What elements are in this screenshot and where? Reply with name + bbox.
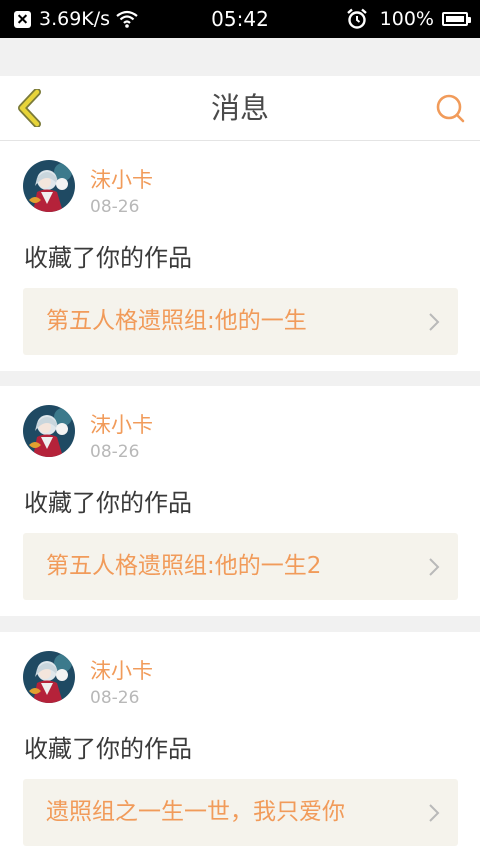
avatar[interactable] <box>23 160 75 212</box>
username[interactable]: 沫小卡 <box>90 409 153 439</box>
chevron-right-icon <box>429 558 440 576</box>
work-link[interactable]: 第五人格遗照组:他的一生2 <box>23 533 458 600</box>
status-bar: 3.69K/s 05:42 100% <box>0 0 480 38</box>
battery-icon <box>442 12 471 26</box>
status-right: 100% <box>346 0 471 38</box>
message-date: 08-26 <box>90 442 140 462</box>
back-chevron-icon <box>18 89 41 127</box>
status-left: 3.69K/s <box>14 0 138 38</box>
work-title: 第五人格遗照组:他的一生2 <box>46 553 322 579</box>
search-icon <box>436 94 465 123</box>
header: 消息 <box>0 76 480 141</box>
message-card: 沫小卡 08-26 收藏了你的作品 第五人格遗照组:他的一生2 <box>0 386 480 616</box>
work-title: 第五人格遗照组:他的一生 <box>46 308 307 334</box>
wifi-icon <box>116 10 138 28</box>
message-date: 08-26 <box>90 688 140 708</box>
action-text: 收藏了你的作品 <box>24 489 192 517</box>
close-x-icon <box>14 10 31 28</box>
back-button[interactable] <box>8 86 52 130</box>
avatar[interactable] <box>23 405 75 457</box>
page-title: 消息 <box>210 91 269 125</box>
work-link[interactable]: 遗照组之一生一世，我只爱你 <box>23 779 458 846</box>
message-date: 08-26 <box>90 197 140 217</box>
avatar[interactable] <box>23 651 75 703</box>
search-button[interactable] <box>428 86 472 130</box>
alarm-icon <box>346 8 367 29</box>
message-card: 沫小卡 08-26 收藏了你的作品 遗照组之一生一世，我只爱你 <box>0 632 480 862</box>
username[interactable]: 沫小卡 <box>90 655 153 685</box>
work-title: 遗照组之一生一世，我只爱你 <box>46 799 345 825</box>
network-speed: 3.69K/s <box>39 8 111 30</box>
chevron-right-icon <box>429 313 440 331</box>
battery-percent: 100% <box>379 8 434 30</box>
action-text: 收藏了你的作品 <box>24 735 192 763</box>
work-link[interactable]: 第五人格遗照组:他的一生 <box>23 288 458 355</box>
message-card: 沫小卡 08-26 收藏了你的作品 第五人格遗照组:他的一生 <box>0 141 480 371</box>
chevron-right-icon <box>429 804 440 822</box>
username[interactable]: 沫小卡 <box>90 164 153 194</box>
action-text: 收藏了你的作品 <box>24 244 192 272</box>
